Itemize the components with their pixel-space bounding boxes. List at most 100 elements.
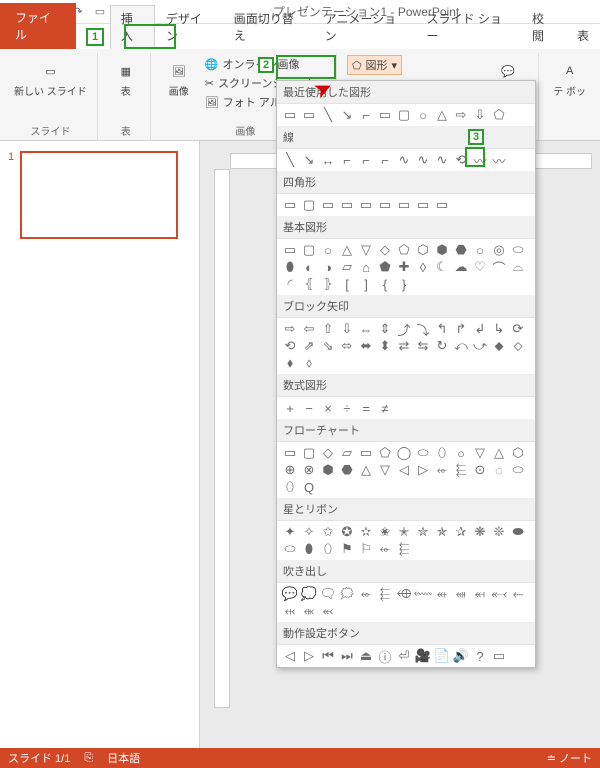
shape-line[interactable]: ╲ <box>319 107 337 123</box>
shape-a8[interactable]: ⤵ <box>414 321 432 337</box>
shape-f1[interactable]: ▭ <box>281 445 299 461</box>
shape-s11[interactable]: ❋ <box>471 524 489 540</box>
shape-f3[interactable]: ◇ <box>319 445 337 461</box>
shape-b17[interactable]: ▱ <box>338 259 356 275</box>
shape-b31[interactable]: ] <box>357 276 375 292</box>
shape-a7[interactable]: ⤴ <box>395 321 413 337</box>
shape-star[interactable]: ⬠ <box>490 107 508 123</box>
shape-b8[interactable]: ⬡ <box>414 242 432 258</box>
textbox-button[interactable]: A テ ボッ <box>549 55 590 101</box>
shape-connector[interactable]: ⌐ <box>357 107 375 123</box>
shape-c9[interactable]: ⬴ <box>433 586 451 602</box>
shape-s3[interactable]: ✩ <box>319 524 337 540</box>
shape-a3[interactable]: ⇧ <box>319 321 337 337</box>
shape-ac6[interactable]: ⓘ <box>376 648 394 664</box>
shape-f27[interactable]: ⬯ <box>281 479 299 495</box>
shape-m6[interactable]: ≠ <box>376 400 394 416</box>
slide-thumb-1[interactable]: 1 <box>10 151 189 239</box>
shape-a6[interactable]: ⇕ <box>376 321 394 337</box>
shape-f16[interactable]: ⬢ <box>319 462 337 478</box>
shape-s16[interactable]: ⬯ <box>319 541 337 557</box>
shape-c8[interactable]: ⬳ <box>414 586 432 602</box>
shape-a1[interactable]: ⇨ <box>281 321 299 337</box>
shape-b5[interactable]: ▽ <box>357 242 375 258</box>
shape-a22[interactable]: ↻ <box>433 338 451 354</box>
shape-b28[interactable]: ⦃ <box>300 276 318 292</box>
shape-c11[interactable]: ⬶ <box>471 586 489 602</box>
shape-b3[interactable]: ○ <box>319 242 337 258</box>
shape-ac8[interactable]: 🎥 <box>414 648 432 664</box>
shape-f11[interactable]: ▽ <box>471 445 489 461</box>
shape-s8[interactable]: ✮ <box>414 524 432 540</box>
shape-s13[interactable]: ⬬ <box>509 524 527 540</box>
shape-curve1[interactable]: ∿ <box>395 152 413 168</box>
shape-s2[interactable]: ✧ <box>300 524 318 540</box>
shape-a5[interactable]: ⇔ <box>357 321 375 337</box>
shape-a12[interactable]: ↳ <box>490 321 508 337</box>
shape-a26[interactable]: ⬦ <box>509 338 527 354</box>
shape-arrow-d[interactable]: ⇩ <box>471 107 489 123</box>
shape-ac11[interactable]: ? <box>471 648 489 664</box>
shape-f4[interactable]: ▱ <box>338 445 356 461</box>
shape-rect[interactable]: ▭ <box>376 107 394 123</box>
shape-arrow-line[interactable]: ↘ <box>338 107 356 123</box>
shape-a27[interactable]: ⬧ <box>281 355 299 371</box>
shape-b29[interactable]: ⦄ <box>319 276 337 292</box>
shape-c15[interactable]: ⬺ <box>300 603 318 619</box>
shape-b20[interactable]: ✚ <box>395 259 413 275</box>
shape-c16[interactable]: ⬻ <box>319 603 337 619</box>
shape-c13[interactable]: ⬸ <box>509 586 527 602</box>
shape-c14[interactable]: ⬹ <box>281 603 299 619</box>
shape-f25[interactable]: ◌ <box>490 462 508 478</box>
shape-b18[interactable]: ⌂ <box>357 259 375 275</box>
shape-b15[interactable]: ◐ <box>300 259 318 275</box>
shape-f17[interactable]: ⬣ <box>338 462 356 478</box>
tab-review[interactable]: 校閲 <box>521 5 566 49</box>
shape-f19[interactable]: ▽ <box>376 462 394 478</box>
shape-ac1[interactable]: ◁ <box>281 648 299 664</box>
shape-f12[interactable]: △ <box>490 445 508 461</box>
shape-a24[interactable]: ⤻ <box>471 338 489 354</box>
tab-transition[interactable]: 画面切り替え <box>223 5 314 49</box>
shape-a4[interactable]: ⇩ <box>338 321 356 337</box>
shape-a11[interactable]: ↲ <box>471 321 489 337</box>
shape-f28[interactable]: Q <box>300 479 318 495</box>
shape-b32[interactable]: { <box>376 276 394 292</box>
shape-s14[interactable]: ⬭ <box>281 541 299 557</box>
shape-s9[interactable]: ✯ <box>433 524 451 540</box>
shape-s12[interactable]: ❊ <box>490 524 508 540</box>
tab-animation[interactable]: アニメーション <box>314 5 416 49</box>
shape-m5[interactable]: = <box>357 400 375 416</box>
shape-ac2[interactable]: ▷ <box>300 648 318 664</box>
shape-a19[interactable]: ⬍ <box>376 338 394 354</box>
shape-a2[interactable]: ⇦ <box>300 321 318 337</box>
shape-textbox2[interactable]: ▭ <box>300 107 318 123</box>
shape-m3[interactable]: × <box>319 400 337 416</box>
shape-f26[interactable]: ⬭ <box>509 462 527 478</box>
shape-b14[interactable]: ⬮ <box>281 259 299 275</box>
shape-textbox[interactable]: ▭ <box>281 107 299 123</box>
shape-a21[interactable]: ⇆ <box>414 338 432 354</box>
tab-view[interactable]: 表 <box>566 22 600 49</box>
shape-ac5[interactable]: ⏏ <box>357 648 375 664</box>
shape-b7[interactable]: ⬠ <box>395 242 413 258</box>
shape-a9[interactable]: ↰ <box>433 321 451 337</box>
shape-curve3[interactable]: ∿ <box>433 152 451 168</box>
shape-b12[interactable]: ◎ <box>490 242 508 258</box>
shape-b27[interactable]: ◜ <box>281 276 299 292</box>
shape-b22[interactable]: ☾ <box>433 259 451 275</box>
shape-s19[interactable]: ⬰ <box>376 541 394 557</box>
shape-f2[interactable]: ▢ <box>300 445 318 461</box>
shape-a14[interactable]: ⟲ <box>281 338 299 354</box>
shape-line1[interactable]: ╲ <box>281 152 299 168</box>
shape-b2[interactable]: ▢ <box>300 242 318 258</box>
new-slide-button[interactable]: ▭ 新しい スライド <box>10 55 91 101</box>
shape-ac9[interactable]: 📄 <box>433 648 451 664</box>
shape-s10[interactable]: ✰ <box>452 524 470 540</box>
shape-ac4[interactable]: ⏭ <box>338 648 356 664</box>
status-notes[interactable]: ≐ ノート <box>547 750 592 766</box>
table-button[interactable]: ▦ 表 <box>108 55 144 101</box>
shape-ac10[interactable]: 🔊 <box>452 648 470 664</box>
shape-c1[interactable]: 💬 <box>281 586 299 602</box>
shape-f10[interactable]: ○ <box>452 445 470 461</box>
